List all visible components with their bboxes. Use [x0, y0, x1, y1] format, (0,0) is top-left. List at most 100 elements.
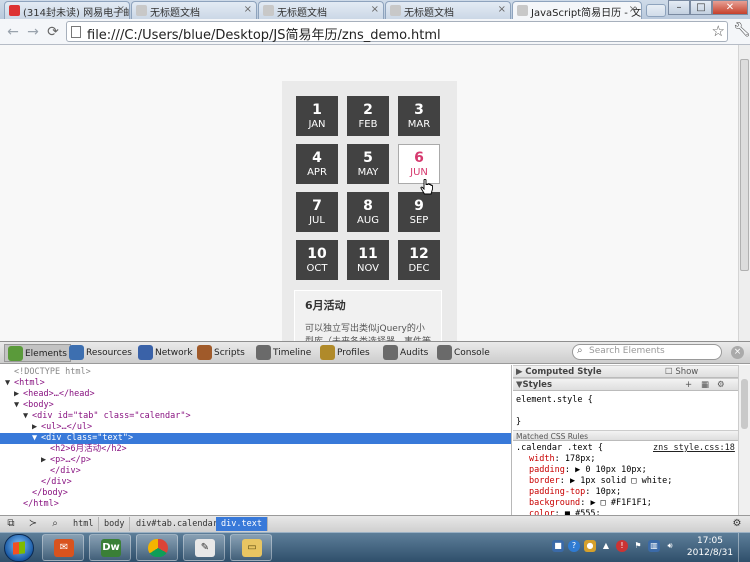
month-tile-jun[interactable]: 6 JUN	[398, 144, 440, 184]
dom-node-line[interactable]: </body>	[0, 488, 511, 499]
devtools-tab-network[interactable]: Network	[135, 344, 196, 362]
help-icon[interactable]: ?	[568, 540, 580, 552]
show-desktop-button[interactable]	[738, 533, 750, 562]
rule-selector[interactable]: .calendar .text {	[516, 443, 603, 454]
gear-icon[interactable]: ⚙	[717, 379, 725, 391]
tab-close-icon[interactable]: ×	[371, 4, 379, 15]
tray-app-icon[interactable]: ■	[552, 540, 564, 552]
breadcrumb-item[interactable]: body	[99, 517, 131, 531]
devtools-tab-resources[interactable]: Resources	[66, 344, 135, 362]
inspect-search-icon[interactable]: ⌕	[46, 517, 64, 531]
reload-icon[interactable]: ⟳	[44, 23, 62, 41]
forward-arrow-icon[interactable]: →	[24, 23, 42, 41]
gear-icon[interactable]: ⚙	[728, 517, 746, 531]
expand-down-icon[interactable]: ▼	[32, 433, 41, 444]
browser-tab-active[interactable]: JavaScript简易日历 - 文 ×	[512, 1, 642, 19]
month-tile-feb[interactable]: 2 FEB	[347, 96, 389, 136]
tab-close-icon[interactable]: ×	[117, 4, 125, 15]
search-elements-input[interactable]: ⌕ Search Elements	[572, 344, 722, 360]
new-tab-button[interactable]	[646, 4, 666, 17]
browser-tab[interactable]: 无标题文档 ×	[131, 1, 257, 19]
show-hidden-icons-icon[interactable]: ▲	[600, 540, 612, 552]
month-tile-may[interactable]: 5 MAY	[347, 144, 389, 184]
devtools-tab-profiles[interactable]: Profiles	[317, 344, 373, 362]
dom-node-line[interactable]: ▼ <div id="tab" class="calendar">	[0, 411, 511, 422]
css-property[interactable]: border: ▶ 1px solid □ white;	[529, 476, 672, 487]
breadcrumb-item[interactable]: html	[68, 517, 100, 531]
dom-node-line[interactable]: ▶ <p>…</p>	[0, 455, 511, 466]
address-bar[interactable]: file:///C:/Users/blue/Desktop/JS简易年历/zns…	[66, 21, 728, 43]
dom-node-line[interactable]: ▶ <head>…</head>	[0, 389, 511, 400]
scrollbar-thumb[interactable]	[740, 59, 749, 271]
dom-node-line[interactable]: <h2>6月活动</h2>	[0, 444, 511, 455]
security-icon[interactable]: !	[616, 540, 628, 552]
address-url[interactable]: file:///C:/Users/blue/Desktop/JS简易年历/zns…	[87, 24, 441, 43]
back-arrow-icon[interactable]: ←	[4, 23, 22, 41]
expand-right-icon[interactable]: ▶	[32, 422, 41, 433]
dom-node-line[interactable]: </html>	[0, 499, 511, 510]
month-tile-apr[interactable]: 4 APR	[296, 144, 338, 184]
dom-node-line[interactable]: </div>	[0, 466, 511, 477]
close-window-button[interactable]: ✕	[712, 0, 748, 15]
dom-node-line[interactable]: ▼ <div class="text">	[0, 433, 511, 444]
start-button[interactable]	[4, 534, 34, 562]
css-property[interactable]: width: 178px;	[529, 454, 596, 465]
css-property[interactable]: padding: ▶ 0 10px 10px;	[529, 465, 647, 476]
browser-tab[interactable]: 无标题文档 ×	[258, 1, 384, 19]
minimize-button[interactable]: –	[668, 0, 690, 15]
taskbar-app-outlook[interactable]: ✉	[42, 534, 84, 561]
element-state-icon[interactable]: ▦	[701, 379, 709, 391]
dom-node-line[interactable]: ▼ <html>	[0, 378, 511, 389]
expand-right-icon[interactable]: ▶	[14, 389, 23, 400]
month-tile-jul[interactable]: 7 JUL	[296, 192, 338, 232]
scrollbar-thumb[interactable]	[741, 379, 748, 429]
devtools-tab-console[interactable]: Console	[434, 344, 493, 362]
devtools-tab-audits[interactable]: Audits	[380, 344, 431, 362]
devtools-tab-scripts[interactable]: Scripts	[194, 344, 248, 362]
bookmark-star-icon[interactable]: ☆	[712, 22, 725, 40]
tab-close-icon[interactable]: ×	[244, 4, 252, 15]
dom-node-line[interactable]: </div>	[0, 477, 511, 488]
tab-close-icon[interactable]: ×	[498, 4, 506, 15]
console-toggle-icon[interactable]: ≻	[24, 517, 42, 531]
expand-down-icon[interactable]: ▼	[14, 400, 23, 411]
devtools-close-icon[interactable]: ×	[731, 346, 744, 359]
taskbar-app-notepad[interactable]: ✎	[183, 534, 225, 561]
month-tile-dec[interactable]: 12 DEC	[398, 240, 440, 280]
month-tile-oct[interactable]: 10 OCT	[296, 240, 338, 280]
devtools-tab-timeline[interactable]: Timeline	[253, 344, 314, 362]
month-tile-mar[interactable]: 3 MAR	[398, 96, 440, 136]
dom-node-line[interactable]: ▼ <body>	[0, 400, 511, 411]
expand-down-icon[interactable]: ▼	[5, 378, 14, 389]
breadcrumb-item[interactable]: div#tab.calendar	[131, 517, 224, 531]
browser-tab[interactable]: (314封未读) 网易电子邮 ×	[4, 1, 130, 19]
devtools-tab-elements[interactable]: Elements	[4, 344, 71, 362]
page-scrollbar[interactable]	[738, 45, 750, 341]
taskbar-app-explorer[interactable]: ▭	[230, 534, 272, 561]
styles-header[interactable]: ▼Styles + ▦ ⚙	[513, 378, 738, 391]
tab-close-icon[interactable]: ×	[629, 4, 637, 15]
month-tile-aug[interactable]: 8 AUG	[347, 192, 389, 232]
element-style-rule[interactable]: element.style {	[516, 395, 593, 406]
breadcrumb-item[interactable]: div.text	[216, 517, 268, 531]
volume-icon[interactable]: 🔊︎	[664, 540, 676, 552]
rule-source-link[interactable]: zns_style.css:18	[653, 443, 735, 454]
dom-node-line[interactable]: ▶ <ul>…</ul>	[0, 422, 511, 433]
add-rule-icon[interactable]: +	[685, 379, 692, 391]
css-property[interactable]: background: ▶ □ #F1F1F1;	[529, 498, 652, 509]
expand-down-icon[interactable]: ▼	[23, 411, 32, 422]
dom-node-line[interactable]: <!DOCTYPE html>	[0, 367, 511, 378]
styles-scrollbar[interactable]	[738, 365, 750, 515]
wrench-icon[interactable]: 🔧︎	[733, 22, 750, 38]
computed-style-header[interactable]: ▶ Computed Style ☐ Show inherited	[513, 365, 738, 389]
month-tile-sep[interactable]: 9 SEP	[398, 192, 440, 232]
network-icon[interactable]: ▥	[648, 540, 660, 552]
css-property[interactable]: padding-top: 10px;	[529, 487, 621, 498]
flag-icon[interactable]: ⚑	[632, 540, 644, 552]
taskbar-app-dreamweaver[interactable]: Dw	[89, 534, 131, 561]
taskbar-app-chrome[interactable]	[136, 534, 178, 561]
dock-icon[interactable]: ⧉	[2, 517, 20, 531]
browser-tab[interactable]: 无标题文档 ×	[385, 1, 511, 19]
expand-right-icon[interactable]: ▶	[41, 455, 50, 466]
taskbar-clock[interactable]: 17:05 2012/8/31	[684, 535, 736, 559]
